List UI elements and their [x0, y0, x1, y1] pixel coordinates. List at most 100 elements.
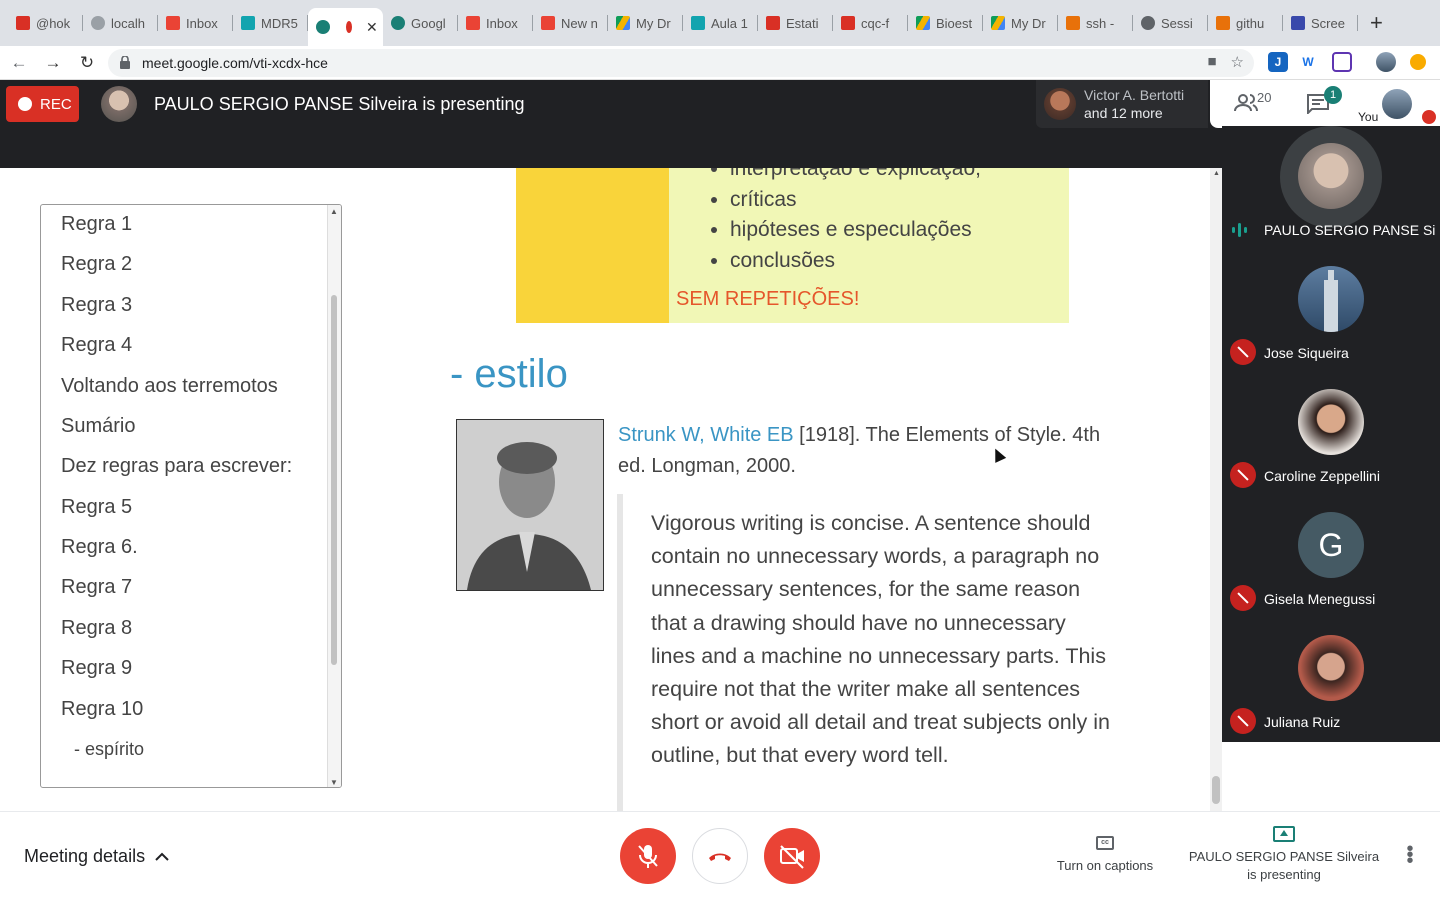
- outline-item[interactable]: Regra 4: [61, 334, 132, 357]
- outline-item[interactable]: Regra 9: [61, 657, 132, 680]
- outline-item[interactable]: Regra 8: [61, 617, 132, 640]
- portrait-icon: [457, 420, 603, 590]
- meeting-details-button[interactable]: Meeting details: [24, 846, 169, 867]
- scroll-up-icon[interactable]: ▲: [1213, 170, 1220, 177]
- presentation-stage: Regra 1 Regra 2 Regra 3 Regra 4 Voltando…: [0, 168, 1222, 811]
- leave-call-button[interactable]: [692, 828, 748, 884]
- browser-tab[interactable]: New n: [533, 7, 608, 39]
- speaker-more: and 12 more: [1084, 105, 1163, 121]
- chat-badge: 1: [1324, 86, 1342, 104]
- outline-item[interactable]: Sumário: [61, 415, 135, 438]
- classroom-icon: [241, 16, 255, 30]
- self-avatar[interactable]: [1382, 89, 1412, 119]
- back-icon[interactable]: ←: [4, 53, 34, 73]
- browser-tab[interactable]: githu: [1208, 7, 1283, 39]
- recording-indicator: REC: [6, 86, 79, 122]
- browser-tab[interactable]: Aula 1: [683, 7, 758, 39]
- participant-name: Gisela Menegussi: [1264, 591, 1376, 607]
- browser-tab[interactable]: ssh -: [1058, 7, 1133, 39]
- browser-tab[interactable]: My Dr: [608, 7, 683, 39]
- stackoverflow-icon: [1216, 16, 1230, 30]
- slide-heading: - estilo: [450, 352, 568, 396]
- stage-scroll-thumb[interactable]: [1212, 776, 1220, 804]
- camera-icon[interactable]: ■: [1207, 53, 1216, 71]
- outline-scroll-thumb[interactable]: [331, 295, 337, 665]
- browser-tab[interactable]: @hok: [8, 7, 83, 39]
- outline-item[interactable]: Regra 2: [61, 253, 132, 276]
- lock-icon: [120, 56, 130, 69]
- extension-w-icon[interactable]: W: [1298, 52, 1318, 72]
- new-tab-icon[interactable]: +: [1370, 10, 1383, 36]
- browser-tab[interactable]: Sessi: [1133, 7, 1208, 39]
- author-portrait: [456, 419, 604, 591]
- outline-item[interactable]: Regra 7: [61, 576, 132, 599]
- outline-item[interactable]: Regra 1: [61, 213, 132, 236]
- bullet-item: conclusões: [730, 246, 981, 277]
- meet-icon: [391, 16, 405, 30]
- outline-item[interactable]: Regra 6.: [61, 536, 138, 559]
- update-icon[interactable]: [1410, 54, 1426, 70]
- participant-tile[interactable]: Jose Siqueira: [1222, 266, 1440, 386]
- record-dot-icon: [18, 97, 32, 111]
- slide-quote: Vigorous writing is concise. A sentence …: [651, 511, 1110, 768]
- slide-yellow-bar: [516, 168, 669, 323]
- stage-scrollbar[interactable]: ▲: [1210, 168, 1222, 811]
- outline-item[interactable]: Regra 10: [61, 698, 143, 721]
- presenter-avatar: [101, 86, 137, 122]
- drive-icon: [916, 16, 930, 30]
- captions-icon: cc: [1096, 836, 1114, 850]
- gmail-icon: [541, 16, 555, 30]
- reload-icon[interactable]: ↻: [72, 53, 102, 73]
- gmail-icon: [166, 16, 180, 30]
- profile-avatar[interactable]: [1376, 52, 1396, 72]
- extension-screencast-icon[interactable]: [1332, 52, 1352, 72]
- address-bar[interactable]: meet.google.com/vti-xcdx-hce ■ ☆: [108, 49, 1254, 77]
- browser-tab[interactable]: cqc-f: [833, 7, 908, 39]
- participant-avatar: G: [1298, 512, 1364, 578]
- browser-tab[interactable]: Bioest: [908, 7, 983, 39]
- browser-tab[interactable]: MDR5: [233, 7, 308, 39]
- close-tab-icon[interactable]: ✕: [366, 19, 378, 36]
- captions-button[interactable]: cc Turn on captions: [1050, 836, 1160, 873]
- outline-item[interactable]: Regra 5: [61, 496, 132, 519]
- pdf-icon: [766, 16, 780, 30]
- browser-tab-active[interactable]: ✕: [308, 8, 383, 46]
- chevron-up-icon: [155, 852, 169, 861]
- forward-icon[interactable]: →: [38, 53, 68, 73]
- document-icon: [841, 16, 855, 30]
- camera-toggle-button[interactable]: [764, 828, 820, 884]
- tab-favicon-icon: [91, 16, 105, 30]
- participant-tile[interactable]: Juliana Ruiz: [1222, 635, 1440, 755]
- people-icon[interactable]: [1234, 94, 1258, 112]
- browser-tab[interactable]: My Dr: [983, 7, 1058, 39]
- outline-item[interactable]: Dez regras para escrever:: [61, 455, 292, 478]
- browser-tab[interactable]: Inbox: [458, 7, 533, 39]
- participant-tile[interactable]: G Gisela Menegussi: [1222, 512, 1440, 632]
- extension-j-icon[interactable]: J: [1268, 52, 1288, 72]
- mic-toggle-button[interactable]: [620, 828, 676, 884]
- browser-tab[interactable]: localh: [83, 7, 158, 39]
- browser-tab[interactable]: Scree: [1283, 7, 1358, 39]
- scroll-down-icon[interactable]: ▼: [330, 778, 338, 787]
- more-options-icon[interactable]: • • •: [1404, 839, 1416, 871]
- outline-scrollbar[interactable]: ▲ ▼: [327, 205, 341, 787]
- participant-tile[interactable]: Caroline Zeppellini: [1222, 389, 1440, 509]
- bookmark-star-icon[interactable]: ☆: [1231, 53, 1244, 71]
- outline-item[interactable]: Regra 3: [61, 294, 132, 317]
- slide-outline-panel: Regra 1 Regra 2 Regra 3 Regra 4 Voltando…: [40, 204, 342, 788]
- participant-tile[interactable]: PAULO SERGIO PANSE Sil...: [1222, 126, 1440, 246]
- outline-item[interactable]: - espírito: [74, 739, 144, 760]
- outline-item[interactable]: Voltando aos terremotos: [61, 375, 278, 398]
- github-icon: [1141, 16, 1155, 30]
- recording-dot-icon: [346, 21, 352, 33]
- browser-tab[interactable]: Inbox: [158, 7, 233, 39]
- browser-tab[interactable]: Googl: [383, 7, 458, 39]
- scroll-up-icon[interactable]: ▲: [330, 207, 338, 216]
- camera-off-icon: [780, 845, 804, 869]
- participant-name: Juliana Ruiz: [1264, 714, 1341, 730]
- participant-avatar: [1298, 266, 1364, 332]
- browser-tab[interactable]: Estati: [758, 7, 833, 39]
- citation-link[interactable]: Strunk W, White EB: [618, 424, 794, 446]
- url-text: meet.google.com/vti-xcdx-hce: [142, 55, 328, 71]
- presenting-indicator[interactable]: PAULO SERGIO PANSE Silveira is presentin…: [1188, 826, 1380, 884]
